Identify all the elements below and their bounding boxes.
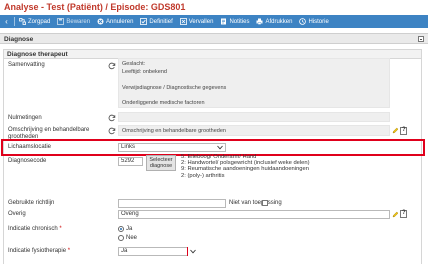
diagnose-list-item: 9: Reumatische aandoeningen huidaandoeni…: [181, 166, 309, 173]
overig-label: Overig: [8, 211, 26, 217]
annuleren-button[interactable]: Annuleren: [94, 15, 137, 28]
vervallen-label: Vervallen: [188, 18, 214, 25]
notes-icon: [220, 18, 227, 25]
notities-button[interactable]: Notities: [217, 15, 253, 28]
definitief-label: Definitief: [149, 18, 173, 25]
edit-pencil-icon[interactable]: [392, 127, 399, 134]
diagnosecode-value: 5292: [121, 158, 135, 164]
bewaren-label: Bewaren: [66, 18, 91, 25]
afdrukken-button[interactable]: Afdrukken: [253, 15, 296, 28]
afdrukken-label: Afdrukken: [265, 18, 293, 25]
pathway-icon: [19, 18, 26, 25]
omschrijving-box[interactable]: Omschrijving en behandelbare grootheden: [118, 125, 390, 136]
refresh-icon[interactable]: [108, 114, 116, 122]
panel-title: Diagnose: [4, 36, 34, 43]
chronisch-nee-radio[interactable]: [118, 235, 124, 241]
toolbar: ‹ Zorgpad Bewaren Annuleren Definitief V…: [0, 15, 428, 28]
summary-line: Onderliggende medische factoren: [122, 100, 205, 106]
chronisch-ja-label: Ja: [126, 226, 133, 232]
omschrijving-value: Omschrijving en behandelbare grootheden: [122, 128, 226, 134]
fysiotherapie-label-text: Indicatie fysiotherapie: [8, 248, 67, 254]
diagnose-panel-header: Diagnose: [0, 33, 428, 44]
zorgpad-button[interactable]: Zorgpad: [16, 15, 54, 28]
diagnose-list: 5: Elleboog/ Onderarm/ Hand 2: Handworte…: [181, 154, 310, 179]
nvt-label: Niet van toepassing: [229, 200, 282, 206]
help-icon[interactable]: [400, 127, 407, 135]
select-diagnose-button[interactable]: Selecteer diagnose: [146, 155, 176, 171]
lichaamslocatie-select[interactable]: Links: [118, 143, 226, 152]
vervallen-button[interactable]: Vervallen: [177, 15, 218, 28]
section-title: Diagnose therapeut: [7, 51, 68, 58]
fysiotherapie-value: Ja: [121, 248, 128, 254]
notities-label: Notities: [229, 18, 250, 25]
history-icon: [299, 18, 307, 25]
help-icon[interactable]: [400, 210, 407, 218]
richtlijn-label: Gebruikte richtlijn: [8, 200, 55, 206]
summary-line: Geslacht:: [122, 61, 146, 67]
nulmetingen-box: [118, 112, 390, 122]
required-indicator: [187, 247, 188, 256]
bewaren-button[interactable]: Bewaren: [54, 15, 94, 28]
summary-line: Verwijsdiagnose / Diagnostische gegevens: [122, 85, 227, 91]
refresh-icon[interactable]: [108, 62, 116, 70]
check-icon: [140, 18, 148, 25]
refresh-icon[interactable]: [108, 127, 116, 135]
lichaamslocatie-value: Links: [121, 144, 136, 150]
samenvatting-label: Samenvatting: [8, 62, 45, 68]
nvt-checkbox[interactable]: [262, 200, 268, 206]
save-icon: [57, 18, 65, 25]
richtlijn-input[interactable]: [118, 199, 226, 208]
chronisch-label: Indicatie chronisch *: [8, 226, 62, 232]
diagnosecode-label: Diagnosecode: [8, 158, 47, 164]
definitief-button[interactable]: Definitief: [137, 15, 176, 28]
chronisch-ja-radio[interactable]: [118, 226, 124, 232]
window-title: Analyse - Test (Patiënt) / Episode: GDS8…: [4, 2, 186, 12]
summary-line: Leeftijd: onbekend: [122, 69, 167, 75]
annuleren-label: Annuleren: [106, 18, 134, 25]
collapse-icon[interactable]: [418, 36, 424, 42]
fysiotherapie-label: Indicatie fysiotherapie *: [8, 248, 70, 254]
samenvatting-box: Geslacht: Leeftijd: onbekend Verwijsdiag…: [118, 58, 390, 108]
overig-input[interactable]: Overig: [118, 210, 390, 219]
fysiotherapie-select[interactable]: Ja: [118, 247, 188, 256]
nulmetingen-label: Nulmetingen: [8, 115, 42, 121]
diagnose-list-item: 2: (poly-) arthritis: [181, 172, 225, 179]
edit-pencil-icon[interactable]: [392, 211, 399, 218]
chronisch-label-text: Indicatie chronisch: [8, 226, 58, 232]
diagnosecode-input[interactable]: 5292: [118, 157, 143, 166]
historie-label: Historie: [308, 18, 329, 25]
required-mark: *: [59, 226, 62, 232]
overig-value: Overig: [121, 211, 139, 217]
chronisch-nee-label: Nee: [126, 235, 138, 241]
toolbar-separator: [14, 17, 15, 26]
chevron-left-icon[interactable]: ‹: [0, 15, 13, 28]
cancel-icon: [97, 18, 104, 25]
expire-icon: [179, 18, 187, 25]
required-mark: *: [67, 248, 71, 254]
chevron-down-icon[interactable]: [189, 247, 197, 256]
zorgpad-label: Zorgpad: [28, 18, 51, 25]
print-icon: [256, 18, 263, 25]
chevron-down-icon[interactable]: [216, 143, 224, 152]
historie-button[interactable]: Historie: [296, 15, 332, 28]
lichaamslocatie-label: Lichaamslocatie: [8, 144, 52, 150]
